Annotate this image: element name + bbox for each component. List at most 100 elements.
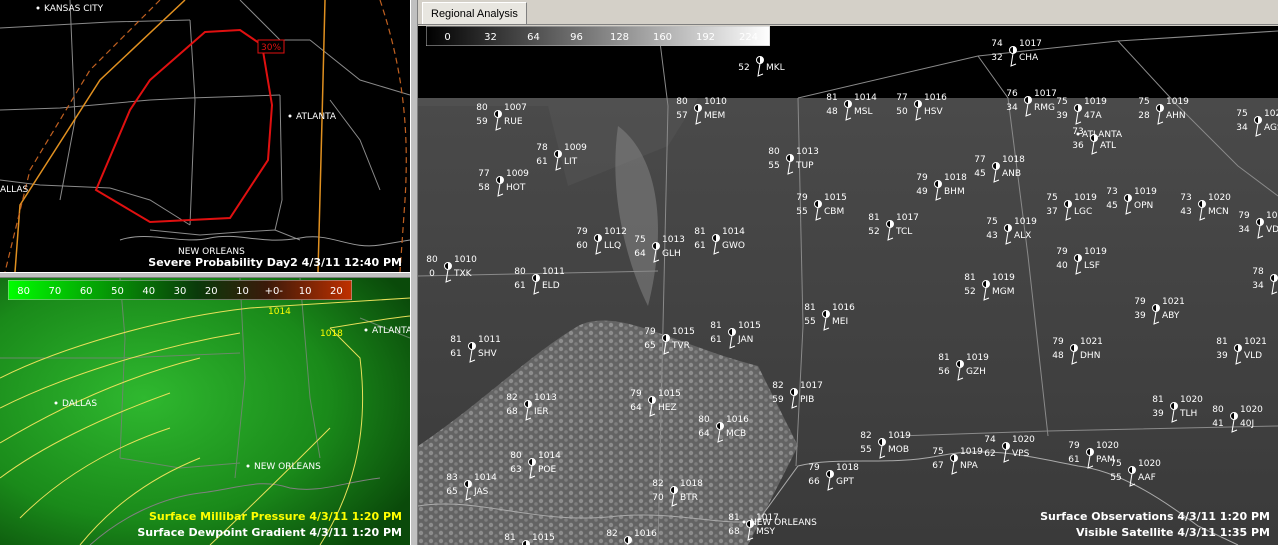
- station-id: JAN: [737, 335, 753, 345]
- station-dewpoint: 37: [1046, 207, 1057, 217]
- outlook-line-solid-east: [317, 0, 326, 272]
- dewpoint-footer: Surface Dewpoint Gradient 4/3/11 1:20 PM: [137, 526, 402, 539]
- station-pressure: 1020: [1264, 109, 1278, 119]
- regional-analysis-pane[interactable]: Regional Analysis 74 1017 32 CHA 52 MKL …: [418, 0, 1278, 545]
- station-id: TCL: [895, 227, 912, 237]
- station-id: MEI: [832, 317, 848, 327]
- station-pressure: 1019: [1014, 217, 1037, 227]
- station-pressure: 1016: [726, 415, 749, 425]
- colorbar-tick-label: 96: [570, 32, 583, 43]
- station-temperature: 81: [450, 335, 461, 345]
- station-temperature: 79: [630, 389, 642, 399]
- colorbar-tick-label: 10: [236, 286, 249, 297]
- station-id: MOB: [888, 445, 909, 455]
- station-dewpoint: 55: [796, 207, 807, 217]
- station-temperature: 82: [606, 529, 617, 539]
- station-dewpoint: 64: [698, 429, 710, 439]
- station-pressure: 1020: [1180, 395, 1203, 405]
- colorbar-tick-label: 0: [444, 32, 450, 43]
- station-pressure: 1013: [534, 393, 557, 403]
- station-temperature: 75: [986, 217, 997, 227]
- station-pressure: 1017: [800, 381, 823, 391]
- station-id: HOT: [506, 183, 526, 193]
- station-dewpoint: 59: [476, 117, 488, 127]
- station-temperature: 83: [446, 473, 457, 483]
- station-temperature: 81: [804, 303, 815, 313]
- station-dewpoint: 52: [868, 227, 879, 237]
- station-pressure: 1018: [1002, 155, 1025, 165]
- station-dewpoint: 59: [772, 395, 784, 405]
- station-pressure: 1019: [1134, 187, 1157, 197]
- station-dewpoint: 48: [1052, 351, 1064, 361]
- severe-probability-pane[interactable]: 30% KANSAS CITY ATLANTA ALLAS NEW ORLEAN…: [0, 0, 410, 272]
- colorbar-tick-label: 20: [205, 286, 218, 297]
- station-pressure: 1021: [1266, 211, 1278, 221]
- station-id: MSY: [756, 527, 775, 537]
- colorbar-tick-label: 32: [484, 32, 497, 43]
- city-dot: [36, 6, 40, 10]
- station-temperature: 81: [710, 321, 721, 331]
- station-id: SHV: [478, 349, 497, 359]
- station-id: MCN: [1208, 207, 1229, 217]
- station-pressure: 1014: [474, 473, 497, 483]
- station-id: MGM: [992, 287, 1015, 297]
- station-pressure: 1021: [1244, 337, 1267, 347]
- station-pressure: 1016: [832, 303, 855, 313]
- station-id: MCB: [726, 429, 746, 439]
- station-pressure: 1020: [1208, 193, 1231, 203]
- station-temperature: 82: [506, 393, 517, 403]
- station-pressure: 1019: [1166, 97, 1189, 107]
- satellite-footer: Visible Satellite 4/3/11 1:35 PM: [1076, 526, 1270, 539]
- station-temperature: 80: [768, 147, 780, 157]
- station-dewpoint: 58: [478, 183, 490, 193]
- station-dewpoint: 40: [1056, 261, 1068, 271]
- city-label-kansas-city: KANSAS CITY: [44, 4, 104, 14]
- station-temperature: 80: [676, 97, 688, 107]
- station-pressure: 1019: [966, 353, 989, 363]
- station-temperature: 73: [1180, 193, 1191, 203]
- station-temperature: 75: [1046, 193, 1057, 203]
- vertical-splitter[interactable]: [410, 0, 418, 545]
- station-temperature: 81: [694, 227, 705, 237]
- station-temperature: 79: [644, 327, 656, 337]
- station-dewpoint: 49: [916, 187, 928, 197]
- station-id: CBM: [824, 207, 844, 217]
- state-borders: [0, 0, 410, 241]
- station-dewpoint: 52: [738, 63, 749, 73]
- station-id: OPN: [1134, 201, 1153, 211]
- station-id: IER: [534, 407, 549, 417]
- station-dewpoint: 62: [984, 449, 995, 459]
- station-temperature: 82: [772, 381, 783, 391]
- station-dewpoint: 41: [1212, 419, 1223, 429]
- station-dewpoint: 64: [630, 403, 642, 413]
- station-dewpoint: 32: [991, 53, 1002, 63]
- regional-analysis-map[interactable]: 74 1017 32 CHA 52 MKL 75 1019 39 47A 75 1019 28 AHN 76…: [418, 26, 1278, 545]
- dewpoint-pressure-pane[interactable]: 1014 1018 ATLANTA DALLAS NEW ORLEANS Sur…: [0, 278, 410, 545]
- colorbar-tick-label: 10: [299, 286, 312, 297]
- tab-regional-analysis[interactable]: Regional Analysis: [422, 2, 527, 24]
- colorbar-tick-label: 128: [610, 32, 629, 43]
- station-temperature: 80: [476, 103, 488, 113]
- station-dewpoint: 34: [1238, 225, 1250, 235]
- station-id: AGS: [1264, 123, 1278, 133]
- station-temperature: 75: [1236, 109, 1247, 119]
- station-pressure: 1016: [634, 529, 657, 539]
- isobar-label: 1014: [268, 307, 291, 317]
- station-pressure: 1021: [1162, 297, 1185, 307]
- station-dewpoint: 64: [634, 249, 646, 259]
- station-dewpoint: 43: [986, 231, 997, 241]
- station-dewpoint: 65: [644, 341, 655, 351]
- station-dewpoint: 36: [1072, 141, 1084, 151]
- colorbar-tick-label: 64: [527, 32, 540, 43]
- station-pressure: 1019: [960, 447, 983, 457]
- station-id: ANB: [1002, 169, 1021, 179]
- station-id: PIB: [800, 395, 814, 405]
- station-dewpoint: 60: [576, 241, 588, 251]
- station-pressure: 1013: [796, 147, 819, 157]
- station-temperature: 74: [991, 39, 1003, 49]
- station-pressure: 1018: [836, 463, 859, 473]
- station-temperature: 81: [1216, 337, 1227, 347]
- colorbar-tick-label: 30: [174, 286, 187, 297]
- station-dewpoint: 0: [429, 269, 435, 279]
- station-pressure: 1010: [454, 255, 477, 265]
